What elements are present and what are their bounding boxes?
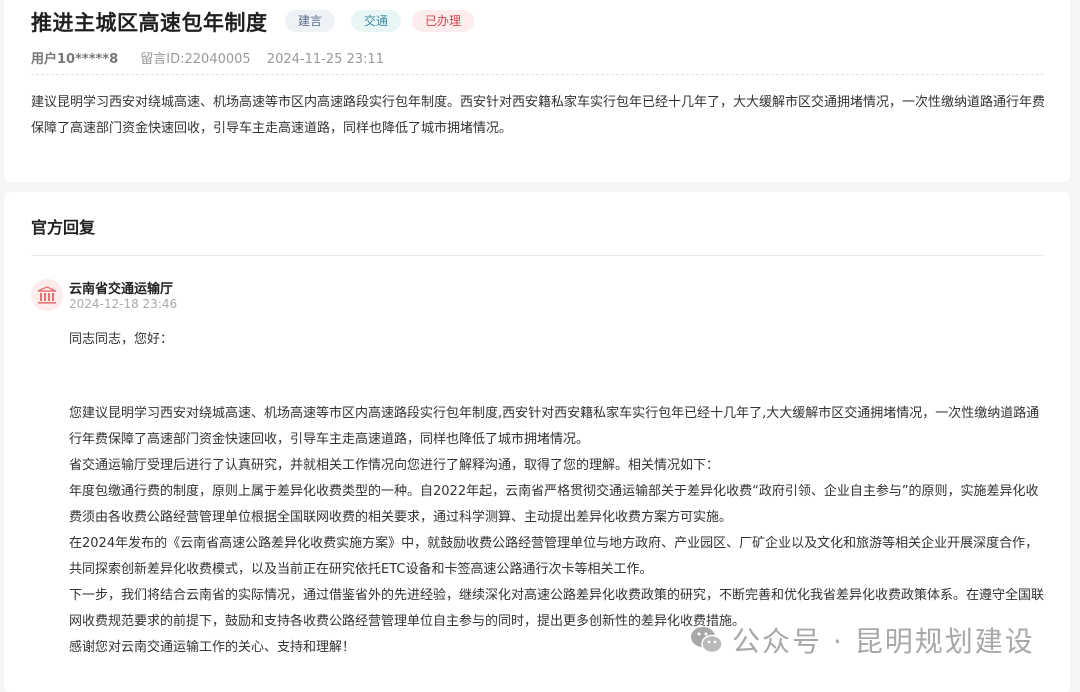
tag-category: 建言 [285, 10, 336, 32]
user-name: 用户10*****8 [31, 52, 119, 67]
reply-paragraph: 省交通运输厅受理后进行了认真研究，并就相关工作情况向您进行了解释沟通，取得了您的… [69, 458, 720, 473]
reply-paragraph: 年度包缴通行费的制度，原则上属于差异化收费类型的一种。自2022年起，云南省严格… [69, 484, 1039, 525]
divider [31, 74, 1044, 75]
suggestion-content: 建议昆明学习西安对绕城高速、机场高速等市区内高速路段实行包年制度。西安针对西安籍… [31, 95, 1046, 136]
post-time: 2024-11-25 23:11 [266, 52, 384, 67]
reply-heading: 官方回复 [31, 218, 96, 237]
page-title: 推进主城区高速包年制度 [31, 11, 268, 35]
divider [31, 255, 1044, 256]
message-id: 留言ID:22040005 [140, 52, 251, 67]
wechat-icon [691, 627, 723, 654]
reply-greeting: 同志同志，您好： [69, 332, 174, 347]
watermark-text: 公众号 · 昆明规划建设 [732, 625, 1035, 658]
reply-card: 官方回复 云南省交通运输厅 2024-12-18 23:46 同志同志，您好： … [4, 192, 1070, 692]
meta-row: 用户10*****8 留言ID:22040005 2024-11-25 23:1… [31, 48, 384, 67]
reply-paragraph: 在2024年发布的《云南省高速公路差异化收费实施方案》中，就鼓励收费公路经营管理… [69, 536, 1039, 577]
watermark: 公众号 · 昆明规划建设 [690, 620, 1035, 660]
reply-content: 同志同志，您好： 您建议昆明学习西安对绕城高速、机场高速等市区内高速路段实行包年… [69, 327, 1049, 661]
reply-org: 云南省交通运输厅 [69, 282, 174, 297]
reply-time: 2024-12-18 23:46 [69, 297, 178, 311]
scrollbar-track[interactable] [1072, 0, 1080, 685]
suggestion-card: 推进主城区高速包年制度 建言 交通 已办理 用户10*****8 留言ID:22… [4, 0, 1070, 182]
reply-paragraph: 您建议昆明学习西安对绕城高速、机场高速等市区内高速路段实行包年制度,西安针对西安… [69, 406, 1040, 447]
government-building-icon [31, 279, 63, 311]
tag-topic: 交通 [351, 10, 402, 32]
status-badge: 已办理 [412, 10, 475, 32]
